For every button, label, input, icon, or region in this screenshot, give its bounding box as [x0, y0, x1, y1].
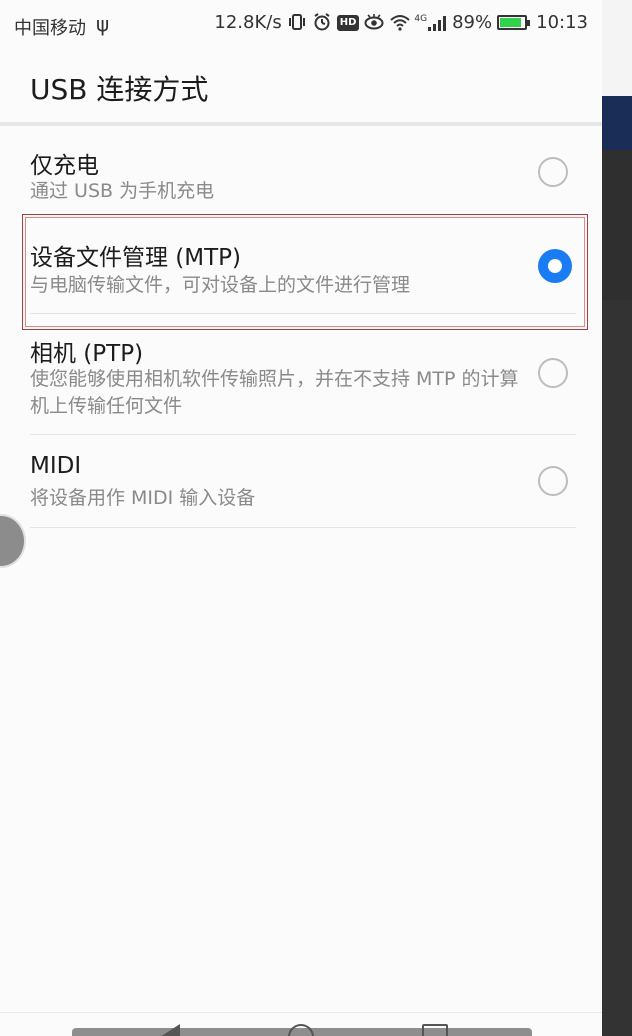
battery-level — [500, 18, 522, 27]
radio-button[interactable] — [538, 358, 568, 388]
battery-icon — [497, 15, 531, 30]
recent-apps-icon[interactable] — [422, 1024, 448, 1036]
option-description: 通过 USB 为手机充电 — [30, 180, 215, 202]
option-midi[interactable]: MIDI 将设备用作 MIDI 输入设备 — [0, 435, 602, 527]
nav-divider — [0, 1012, 602, 1013]
background-app-body-lower — [602, 300, 632, 1036]
signal-icon: 4G — [414, 14, 447, 32]
carrier-name: 中国移动 — [14, 18, 86, 39]
option-ptp[interactable]: 相机 (PTP) 使您能够使用相机软件传输照片，并在不支持 MTP 的计算机上传… — [0, 316, 602, 434]
network-speed: 12.8K/s — [214, 12, 282, 33]
divider — [30, 527, 576, 528]
selection-highlight-inner — [25, 217, 585, 327]
usb-icon: ψ — [96, 12, 110, 36]
battery-percent: 89% — [452, 12, 493, 33]
hd-icon: HD — [336, 14, 360, 31]
option-charge-only[interactable]: 仅充电 通过 USB 为手机充电 — [0, 126, 602, 216]
background-app-toolbar — [602, 96, 632, 150]
option-label: 相机 (PTP) — [30, 341, 144, 367]
wifi-icon — [389, 13, 411, 33]
usb-connection-screen: 中国移动 ψ 12.8K/s HD 4G 89% 10:13 USB 连接方式 … — [0, 0, 602, 1036]
back-icon[interactable] — [160, 1024, 180, 1036]
eye-icon — [364, 13, 384, 33]
status-bar: 中国移动 ψ 12.8K/s HD 4G 89% 10:13 — [0, 0, 602, 52]
option-description: 使您能够使用相机软件传输照片，并在不支持 MTP 的计算机上传输任何文件 — [30, 368, 519, 417]
network-type: 4G — [414, 13, 428, 24]
page-title: USB 连接方式 — [30, 73, 209, 106]
option-description: 将设备用作 MIDI 输入设备 — [30, 487, 256, 509]
option-label: 仅充电 — [30, 153, 99, 179]
radio-button[interactable] — [538, 466, 568, 496]
vibrate-icon — [287, 13, 307, 33]
clock: 10:13 — [536, 12, 588, 33]
status-icons: 12.8K/s HD 4G 89% 10:13 — [214, 12, 588, 33]
option-label: MIDI — [30, 453, 82, 479]
home-icon[interactable] — [288, 1024, 314, 1036]
radio-button[interactable] — [538, 157, 568, 187]
alarm-icon — [312, 12, 332, 33]
